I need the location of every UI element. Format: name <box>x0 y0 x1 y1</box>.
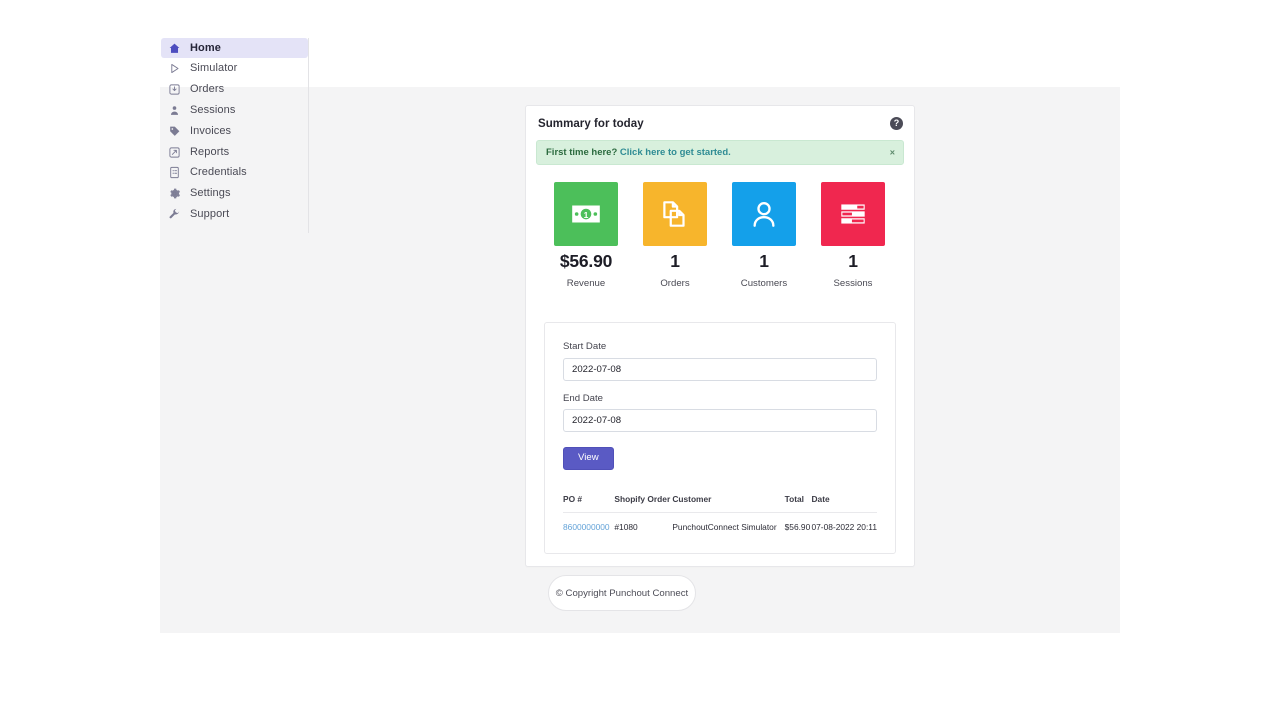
orders-table: PO # Shopify Order Customer Total Date 8… <box>563 493 877 539</box>
sidebar-item-orders[interactable]: Orders <box>161 80 308 100</box>
stat-value: 1 <box>670 251 680 271</box>
sidebar-item-label: Invoices <box>190 124 232 137</box>
sidebar-item-label: Orders <box>190 83 225 96</box>
stat-tile <box>732 182 796 246</box>
home-icon <box>168 42 181 55</box>
summary-card: Summary for today ? First time here? Cli… <box>525 105 915 567</box>
inbox-download-icon <box>168 83 181 96</box>
card-header: Summary for today ? <box>536 117 904 130</box>
sidebar-item-simulator[interactable]: Simulator <box>161 59 308 79</box>
stat-card-customers: 1 Customers <box>724 182 804 288</box>
sidebar-item-credentials[interactable]: Credentials <box>161 163 308 183</box>
stat-value: 1 <box>848 251 858 271</box>
stat-card-revenue: 1 $56.90 Revenue <box>546 182 626 288</box>
close-icon[interactable]: × <box>890 148 895 157</box>
cell-po: 8600000000 <box>563 512 614 539</box>
stat-card-orders: 1 Orders <box>635 182 715 288</box>
view-button[interactable]: View <box>563 447 614 470</box>
stats-row: 1 $56.90 Revenue 1 Orders 1 Customers 1 … <box>536 182 904 288</box>
app-viewport: Home Simulator Orders Sessions Invoices <box>0 0 1280 720</box>
stat-value: $56.90 <box>559 251 613 271</box>
table-row: 8600000000 #1080 PunchoutConnect Simulat… <box>563 512 877 539</box>
cell-shopify-order: #1080 <box>614 521 638 532</box>
column-header-customer: Customer <box>672 493 785 513</box>
cell-date: 07-08-2022 20:11 <box>811 521 877 532</box>
sidebar-item-sessions[interactable]: Sessions <box>161 100 308 120</box>
start-date-label: Start Date <box>563 341 607 353</box>
sidebar-item-label: Simulator <box>190 62 238 75</box>
sidebar-item-label: Home <box>190 41 221 54</box>
id-document-icon <box>168 166 181 179</box>
footer-text: © Copyright Punchout Connect <box>555 587 689 599</box>
help-circle-icon[interactable]: ? <box>890 117 903 130</box>
cell-customer: PunchoutConnect Simulator <box>672 521 777 532</box>
documents-icon <box>663 201 685 227</box>
stat-tile <box>821 182 885 246</box>
footer-copyright: © Copyright Punchout Connect <box>548 575 696 611</box>
page-title: Summary for today <box>538 117 644 130</box>
end-date-label: End Date <box>563 392 604 404</box>
sidebar-nav: Home Simulator Orders Sessions Invoices <box>161 38 309 234</box>
start-date-input[interactable] <box>563 357 877 381</box>
banner-text: First time here? <box>546 147 618 158</box>
date-filter-panel: Start Date End Date View PO # Shopify Or… <box>544 322 896 554</box>
end-date-input[interactable] <box>563 409 877 433</box>
stat-label: Sessions <box>833 277 873 289</box>
stat-label: Orders <box>660 277 690 289</box>
sidebar-item-label: Credentials <box>190 166 247 179</box>
sidebar-item-label: Reports <box>190 145 230 158</box>
sidebar-item-label: Support <box>190 207 230 220</box>
person-icon <box>168 104 181 117</box>
sidebar-item-reports[interactable]: Reports <box>161 142 308 162</box>
column-header-shopify-order: Shopify Order <box>614 493 673 513</box>
stat-value: 1 <box>759 251 769 271</box>
svg-text:1: 1 <box>584 210 589 220</box>
sidebar-item-settings[interactable]: Settings <box>161 183 308 203</box>
wrench-icon <box>168 208 181 221</box>
sidebar-item-invoices[interactable]: Invoices <box>161 121 308 141</box>
chart-arrow-icon <box>168 146 181 159</box>
cell-total: $56.90 <box>784 521 811 532</box>
list-bars-icon <box>841 204 865 224</box>
po-link[interactable]: 8600000000 <box>563 522 610 532</box>
sidebar-item-label: Settings <box>190 187 231 200</box>
sidebar-item-home[interactable]: Home <box>161 38 308 59</box>
getting-started-banner: First time here? Click here to get start… <box>536 140 904 165</box>
stat-card-sessions: 1 Sessions <box>813 182 893 288</box>
stat-tile <box>643 182 707 246</box>
person-icon <box>753 201 775 227</box>
column-header-total: Total <box>784 493 812 513</box>
gear-icon <box>168 187 181 200</box>
stat-label: Customers <box>740 277 788 289</box>
sidebar-item-support[interactable]: Support <box>161 204 308 224</box>
column-header-date: Date <box>811 493 877 513</box>
banner-link[interactable]: Click here to get started. <box>620 147 731 158</box>
tag-icon <box>168 125 181 138</box>
sidebar-item-label: Sessions <box>190 104 236 117</box>
stat-tile: 1 <box>554 182 618 246</box>
column-header-po: PO # <box>563 493 615 513</box>
table-header-row: PO # Shopify Order Customer Total Date <box>563 493 877 513</box>
play-icon <box>168 62 181 75</box>
banknote-icon: 1 <box>572 205 600 223</box>
stat-label: Revenue <box>566 277 606 289</box>
